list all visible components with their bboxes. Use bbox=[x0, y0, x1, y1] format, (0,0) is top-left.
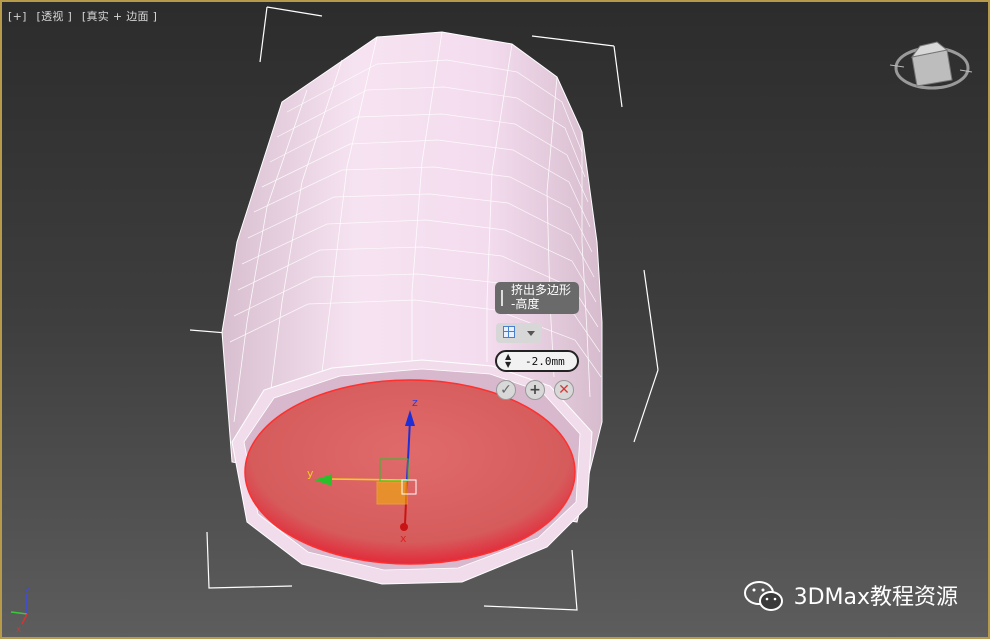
scene-canvas[interactable]: z y x z x bbox=[2, 2, 988, 637]
plus-icon: + bbox=[529, 382, 541, 398]
cancel-button[interactable]: ✕ bbox=[554, 380, 574, 400]
watermark-text: 3DMax教程资源 bbox=[793, 585, 958, 610]
selected-face bbox=[244, 379, 576, 565]
gizmo-x-label: x bbox=[400, 532, 407, 545]
height-field[interactable]: ▲ ▼ bbox=[495, 350, 579, 372]
gizmo-y-label: y bbox=[307, 467, 314, 480]
chevron-down-icon bbox=[527, 331, 535, 336]
spinner-icon[interactable]: ▲ ▼ bbox=[505, 353, 511, 369]
axis-tripod-x-label: x bbox=[16, 625, 22, 635]
checkmark-icon: ✓ bbox=[500, 382, 512, 398]
viewport-perspective[interactable]: [+] [透视 ] [真实 + 边面 ] z y x z x 挤出多边形 -高度… bbox=[0, 0, 990, 639]
caddy-title-line2: -高度 bbox=[511, 297, 540, 311]
gizmo-z-label: z bbox=[412, 396, 418, 409]
axis-tripod bbox=[10, 594, 28, 625]
close-icon: ✕ bbox=[558, 382, 570, 398]
wechat-icon bbox=[744, 581, 783, 611]
height-input[interactable] bbox=[525, 354, 573, 368]
apply-and-continue-button[interactable]: + bbox=[525, 380, 545, 400]
extrude-type-dropdown[interactable] bbox=[496, 323, 542, 343]
caddy-title[interactable]: 挤出多边形 -高度 bbox=[495, 282, 579, 314]
group-extrude-icon bbox=[503, 326, 515, 338]
ok-button[interactable]: ✓ bbox=[496, 380, 516, 400]
axis-tripod-z-label: z bbox=[25, 585, 30, 595]
viewcube-icon[interactable] bbox=[889, 41, 973, 90]
caddy-grip-handle[interactable] bbox=[501, 290, 507, 306]
caddy-title-line1: 挤出多边形 bbox=[511, 283, 572, 297]
